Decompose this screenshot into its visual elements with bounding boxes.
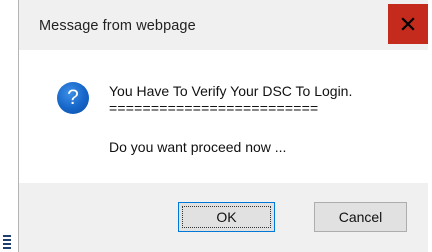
message-dialog: Message from webpage ? You Have To Verif…	[18, 0, 428, 252]
close-icon	[401, 17, 415, 31]
dialog-footer: OK Cancel	[19, 183, 428, 252]
cancel-button[interactable]: Cancel	[314, 202, 407, 232]
background-page-element	[3, 235, 11, 249]
message-separator: =========================	[109, 100, 319, 116]
ok-button[interactable]: OK	[178, 202, 275, 232]
dialog-titlebar[interactable]: Message from webpage	[19, 0, 428, 50]
background-page	[0, 0, 18, 252]
question-icon: ?	[57, 82, 89, 114]
browser-window: Message from webpage ? You Have To Verif…	[0, 0, 432, 252]
focus-rectangle	[182, 206, 271, 228]
dialog-title: Message from webpage	[39, 18, 196, 34]
dialog-content: ? You Have To Verify Your DSC To Login. …	[19, 50, 428, 183]
dialog-question: Do you want proceed now ...	[109, 139, 287, 155]
close-button[interactable]	[388, 4, 428, 44]
dialog-message: You Have To Verify Your DSC To Login.	[109, 83, 353, 99]
cancel-button-label: Cancel	[338, 209, 383, 225]
